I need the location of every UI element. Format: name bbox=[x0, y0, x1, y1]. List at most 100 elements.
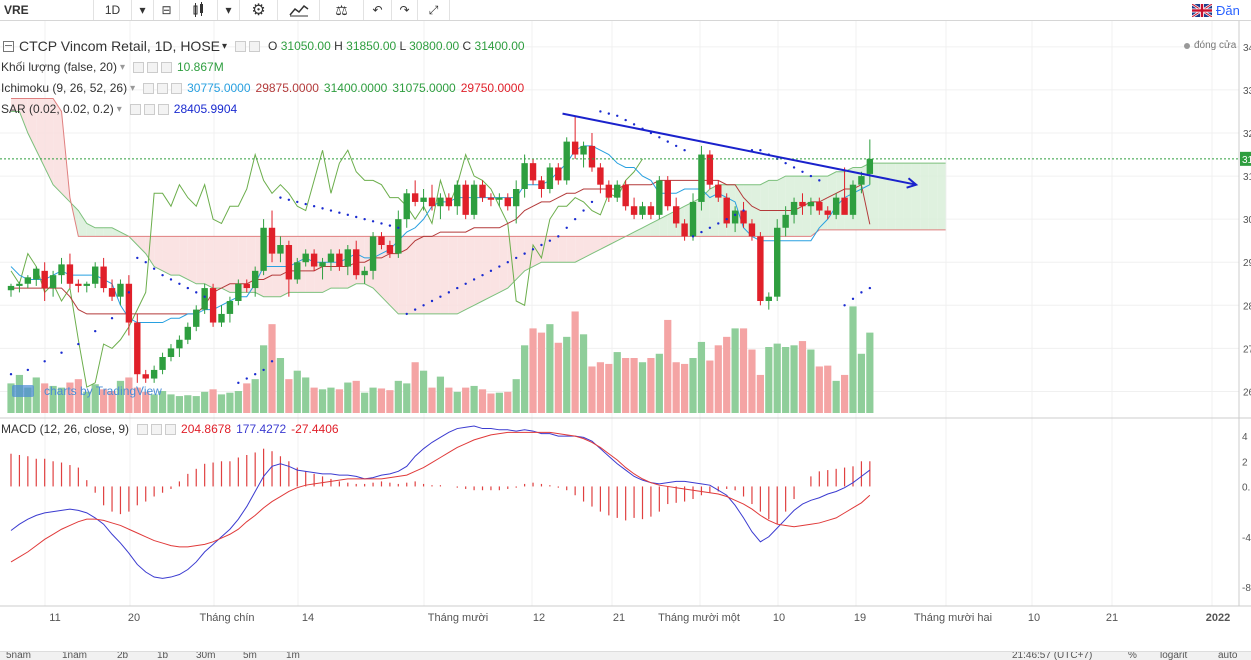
chart-area[interactable]: 34 33 32 31 30 29 28 27 26 31 4 2 0. -4 -8 11 20 Tháng ch… bbox=[0, 21, 1251, 660]
eye-icon[interactable] bbox=[235, 40, 247, 52]
chart-style-dropdown[interactable]: ▾ bbox=[218, 0, 240, 20]
templates-button[interactable]: ⚖ bbox=[320, 0, 364, 20]
settings-icon[interactable] bbox=[147, 61, 158, 73]
redo-button[interactable]: ↷ bbox=[392, 0, 418, 20]
sar-buttons[interactable] bbox=[129, 103, 169, 115]
candle-body bbox=[7, 285, 15, 291]
range-2m[interactable]: 2b bbox=[117, 652, 128, 660]
volume-buttons[interactable] bbox=[133, 61, 172, 73]
volume-label[interactable]: Khối lượng (false, 20) bbox=[1, 60, 117, 74]
sar-dot bbox=[498, 265, 501, 268]
sar-dot bbox=[430, 299, 434, 303]
sar-dot bbox=[531, 248, 535, 251]
price-tick-label: 29 bbox=[1243, 258, 1251, 269]
sar-dot bbox=[742, 209, 745, 212]
volume-bar bbox=[638, 362, 647, 413]
candle-body bbox=[504, 197, 511, 207]
eye-icon[interactable] bbox=[143, 82, 155, 94]
sar-label[interactable]: SAR (0.02, 0.02, 0.2) bbox=[1, 102, 114, 116]
percent-toggle[interactable]: % bbox=[1128, 652, 1137, 660]
range-5y[interactable]: 5năm bbox=[6, 652, 31, 660]
chevron-down-icon[interactable]: ▾ bbox=[120, 62, 125, 73]
ichimoku-label[interactable]: Ichimoku (9, 26, 52, 26) bbox=[1, 81, 127, 95]
auto-toggle[interactable]: auto bbox=[1218, 652, 1237, 660]
volume-bar bbox=[419, 370, 428, 413]
undo-button[interactable]: ↶ bbox=[364, 0, 392, 20]
range-1min[interactable]: 1m bbox=[286, 652, 300, 660]
settings-icon[interactable] bbox=[143, 103, 155, 115]
volume-bar bbox=[436, 376, 445, 413]
volume-bar bbox=[276, 358, 285, 413]
eye-icon[interactable] bbox=[129, 103, 141, 115]
interval-selector[interactable]: 1D bbox=[94, 0, 132, 20]
range-1m[interactable]: 1b bbox=[157, 652, 168, 660]
sar-dot bbox=[270, 360, 274, 363]
sar-dot bbox=[632, 123, 636, 126]
macd-buttons[interactable] bbox=[137, 423, 177, 435]
settings-icon[interactable] bbox=[151, 423, 163, 435]
chart-style-button[interactable] bbox=[180, 0, 218, 20]
close-icon[interactable] bbox=[171, 82, 183, 94]
interval-dropdown-button[interactable]: ▾ bbox=[132, 0, 154, 20]
volume-bar bbox=[327, 387, 335, 413]
ichimoku-buttons[interactable] bbox=[143, 82, 183, 94]
candle-body bbox=[799, 201, 806, 207]
close-icon[interactable] bbox=[157, 103, 169, 115]
compare-button[interactable]: ⊟ bbox=[154, 0, 180, 20]
indicators-button[interactable] bbox=[278, 0, 320, 20]
eye-icon[interactable] bbox=[133, 61, 144, 73]
sar-dot bbox=[296, 200, 299, 204]
sar-dot bbox=[733, 213, 737, 217]
ichimoku-legend: Ichimoku (9, 26, 52, 26) ▾ 30775.0000 298… bbox=[1, 81, 524, 95]
main-series-legend: CTCP Vincom Retail, 1D, HOSE ▾ O 31050.0… bbox=[3, 38, 525, 54]
candle-body bbox=[150, 369, 158, 379]
tradingview-watermark[interactable]: charts by TradingView bbox=[12, 384, 162, 398]
close-icon[interactable] bbox=[165, 423, 177, 435]
language-login[interactable]: Đăn bbox=[1192, 0, 1251, 20]
eye-icon[interactable] bbox=[137, 423, 149, 435]
sar-dot bbox=[9, 373, 13, 376]
chevron-down-icon[interactable]: ▾ bbox=[130, 83, 135, 94]
log-toggle[interactable]: logarit bbox=[1160, 652, 1187, 660]
volume-bar bbox=[596, 362, 604, 413]
volume-bar bbox=[714, 345, 722, 413]
candle-body bbox=[420, 197, 427, 202]
range-5m[interactable]: 5m bbox=[243, 652, 257, 660]
price-tick-label: 32 bbox=[1243, 129, 1251, 140]
sar-dot bbox=[195, 291, 198, 294]
candle bbox=[201, 283, 208, 314]
series-buttons[interactable] bbox=[235, 40, 261, 52]
range-1y[interactable]: 1năm bbox=[62, 652, 87, 660]
range-30m[interactable]: 30m bbox=[196, 652, 215, 660]
settings-button[interactable]: ⚙ bbox=[240, 0, 278, 20]
candle-body bbox=[605, 184, 613, 198]
candle-body bbox=[513, 189, 520, 207]
sar-dot bbox=[548, 239, 552, 242]
fullscreen-button[interactable]: ⤢ bbox=[418, 0, 450, 20]
symbol-search-input[interactable]: VRE bbox=[0, 0, 94, 20]
candle bbox=[563, 137, 570, 185]
sar-dot bbox=[152, 267, 156, 270]
settings-icon[interactable] bbox=[249, 40, 261, 52]
close-icon[interactable] bbox=[161, 61, 172, 73]
sar-dot bbox=[338, 211, 341, 214]
market-status-text: đóng cửa bbox=[1194, 40, 1237, 51]
volume-bar bbox=[260, 345, 268, 413]
volume-bar bbox=[563, 336, 571, 413]
volume-bar bbox=[411, 362, 419, 413]
macd-label[interactable]: MACD (12, 26, close, 9) bbox=[1, 422, 129, 436]
sar-dot bbox=[674, 144, 678, 148]
settings-icon[interactable] bbox=[157, 82, 169, 94]
series-title[interactable]: CTCP Vincom Retail, 1D, HOSE bbox=[19, 38, 220, 54]
chevron-down-icon[interactable]: ▾ bbox=[117, 104, 122, 115]
high-label: H bbox=[334, 39, 343, 53]
candle-body bbox=[563, 141, 570, 181]
sar-dot bbox=[759, 149, 762, 152]
chevron-down-icon[interactable]: ▾ bbox=[222, 41, 227, 52]
collapse-icon[interactable] bbox=[3, 40, 14, 52]
sar-dot bbox=[287, 198, 291, 201]
sar-dot bbox=[666, 140, 669, 143]
candle-body bbox=[496, 197, 503, 200]
indicators-icon bbox=[288, 4, 308, 17]
high-value: 31850.00 bbox=[346, 39, 397, 53]
